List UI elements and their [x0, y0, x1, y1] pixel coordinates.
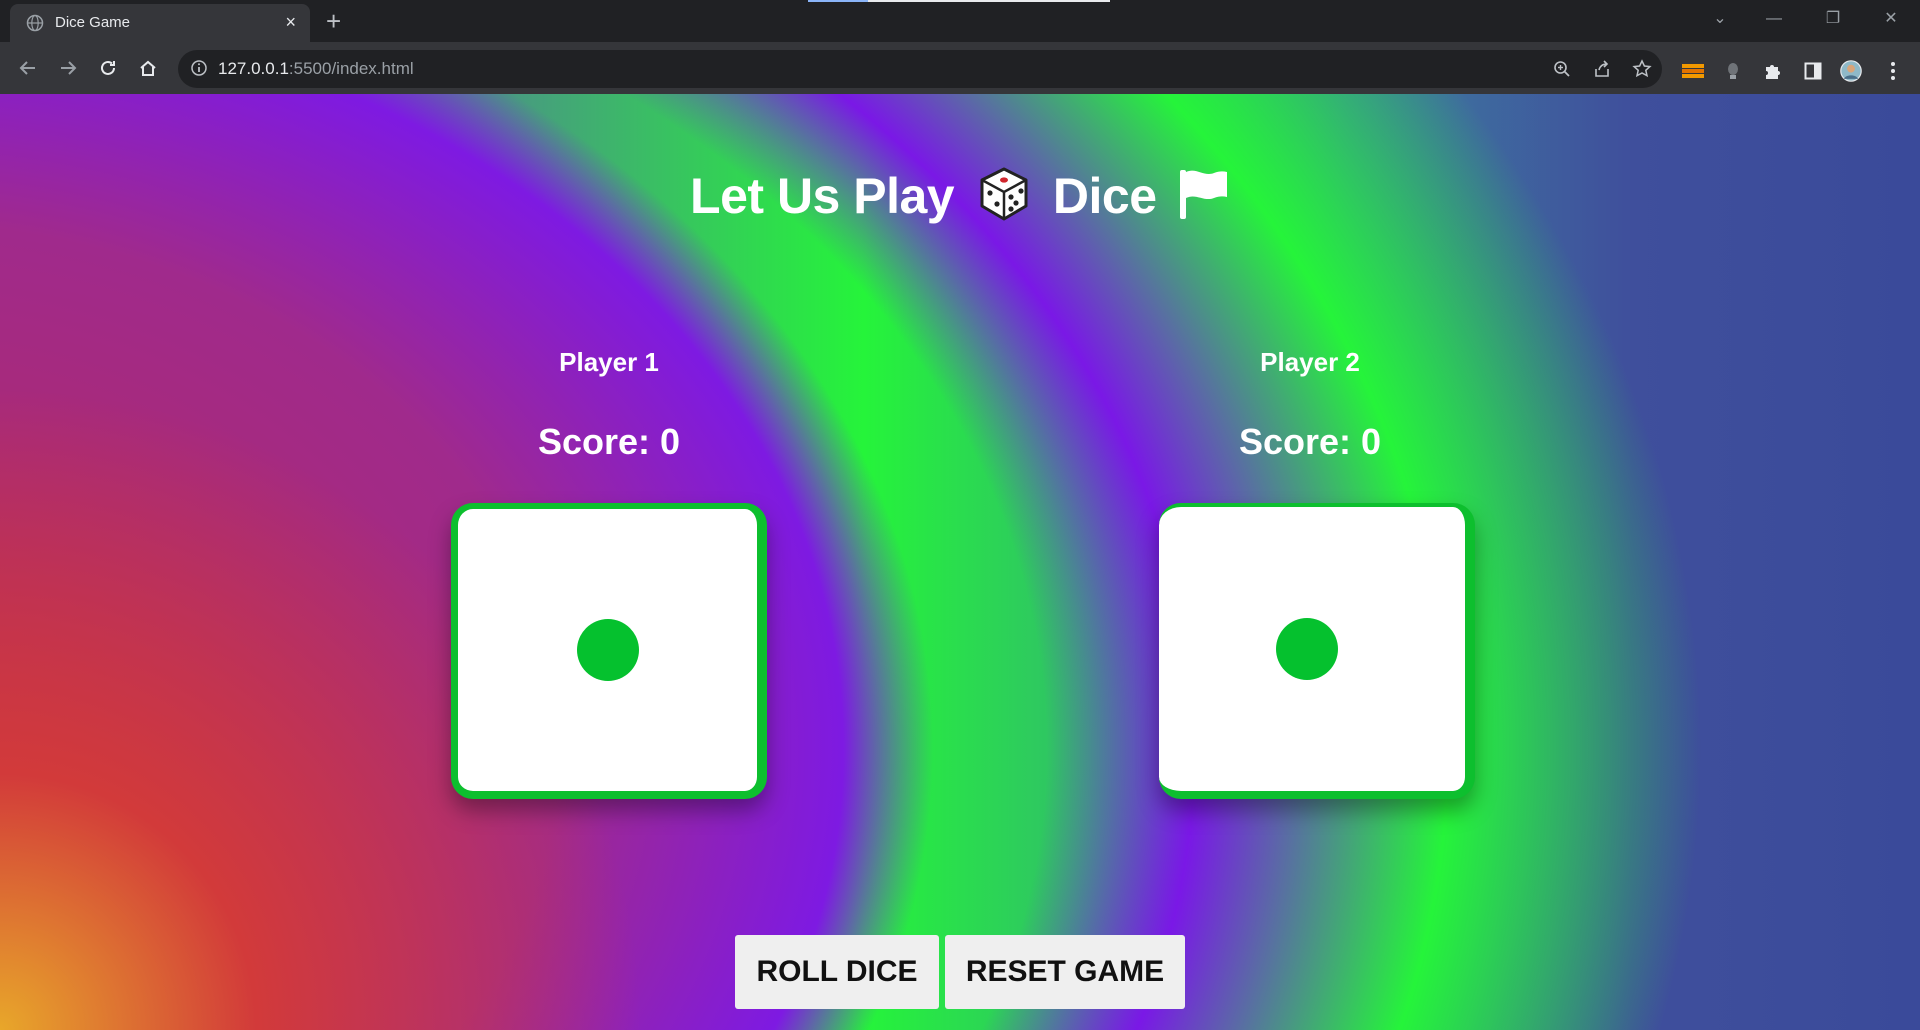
url-text[interactable]: 127.0.0.1:5500/index.html [218, 59, 414, 79]
side-panel-icon[interactable] [1802, 60, 1824, 82]
reload-icon[interactable] [92, 52, 124, 84]
zoom-icon[interactable] [1552, 59, 1572, 79]
player-2-dice [1159, 503, 1475, 799]
extensions-puzzle-icon[interactable] [1762, 60, 1784, 82]
player-1-label: Player 1 [559, 347, 659, 377]
title-text-end: Dice [1052, 168, 1157, 225]
player-2-score: Score: 0 [1238, 421, 1382, 462]
browser-toolbar: 127.0.0.1:5500/index.html [0, 42, 1920, 94]
browser-tab[interactable]: Dice Game × [10, 4, 310, 42]
dice-pip [1276, 618, 1338, 680]
game-page: Let Us Play Dice Player 1 Score: 0 Playe… [0, 94, 1920, 1030]
restore-button[interactable]: ❐ [1815, 6, 1851, 32]
more-menu-icon[interactable] [1882, 60, 1904, 82]
globe-icon [26, 14, 44, 32]
share-icon[interactable] [1592, 59, 1612, 79]
home-icon[interactable] [132, 52, 164, 84]
extension-brick-icon[interactable] [1682, 60, 1704, 82]
minimize-button[interactable]: — [1756, 6, 1792, 32]
close-window-button[interactable]: ✕ [1873, 6, 1909, 32]
title-text-start: Let Us Play [690, 168, 955, 225]
dice-pip [576, 619, 639, 681]
new-tab-button[interactable]: + [326, 6, 341, 36]
url-path: :5500/index.html [288, 59, 414, 78]
browser-tab-strip: Dice Game × + ⌄ — ❐ ✕ [0, 0, 1920, 42]
player-1-dice [451, 503, 767, 799]
tab-title: Dice Game [55, 14, 131, 31]
page-title: Let Us Play Dice [0, 166, 1920, 234]
roll-dice-button[interactable]: ROLL DICE [735, 935, 939, 1009]
bookmark-star-icon[interactable] [1632, 59, 1652, 79]
page-load-indicator [808, 0, 1110, 2]
address-bar[interactable]: 127.0.0.1:5500/index.html [178, 50, 1662, 88]
forward-arrow-icon[interactable] [52, 52, 84, 84]
die-emoji-icon [978, 166, 1030, 234]
back-arrow-icon[interactable] [12, 52, 44, 84]
white-flag-icon [1178, 167, 1230, 233]
site-info-icon[interactable] [190, 59, 208, 82]
player-1-score: Score: 0 [537, 421, 681, 462]
url-host: 127.0.0.1 [218, 59, 289, 78]
reset-game-button[interactable]: RESET GAME [945, 935, 1185, 1009]
profile-avatar[interactable] [1840, 60, 1862, 82]
tab-search-icon[interactable]: ⌄ [1702, 6, 1738, 32]
extension-bulb-icon[interactable] [1722, 60, 1744, 82]
close-tab-icon[interactable]: × [285, 12, 296, 32]
player-2-label: Player 2 [1260, 347, 1360, 377]
